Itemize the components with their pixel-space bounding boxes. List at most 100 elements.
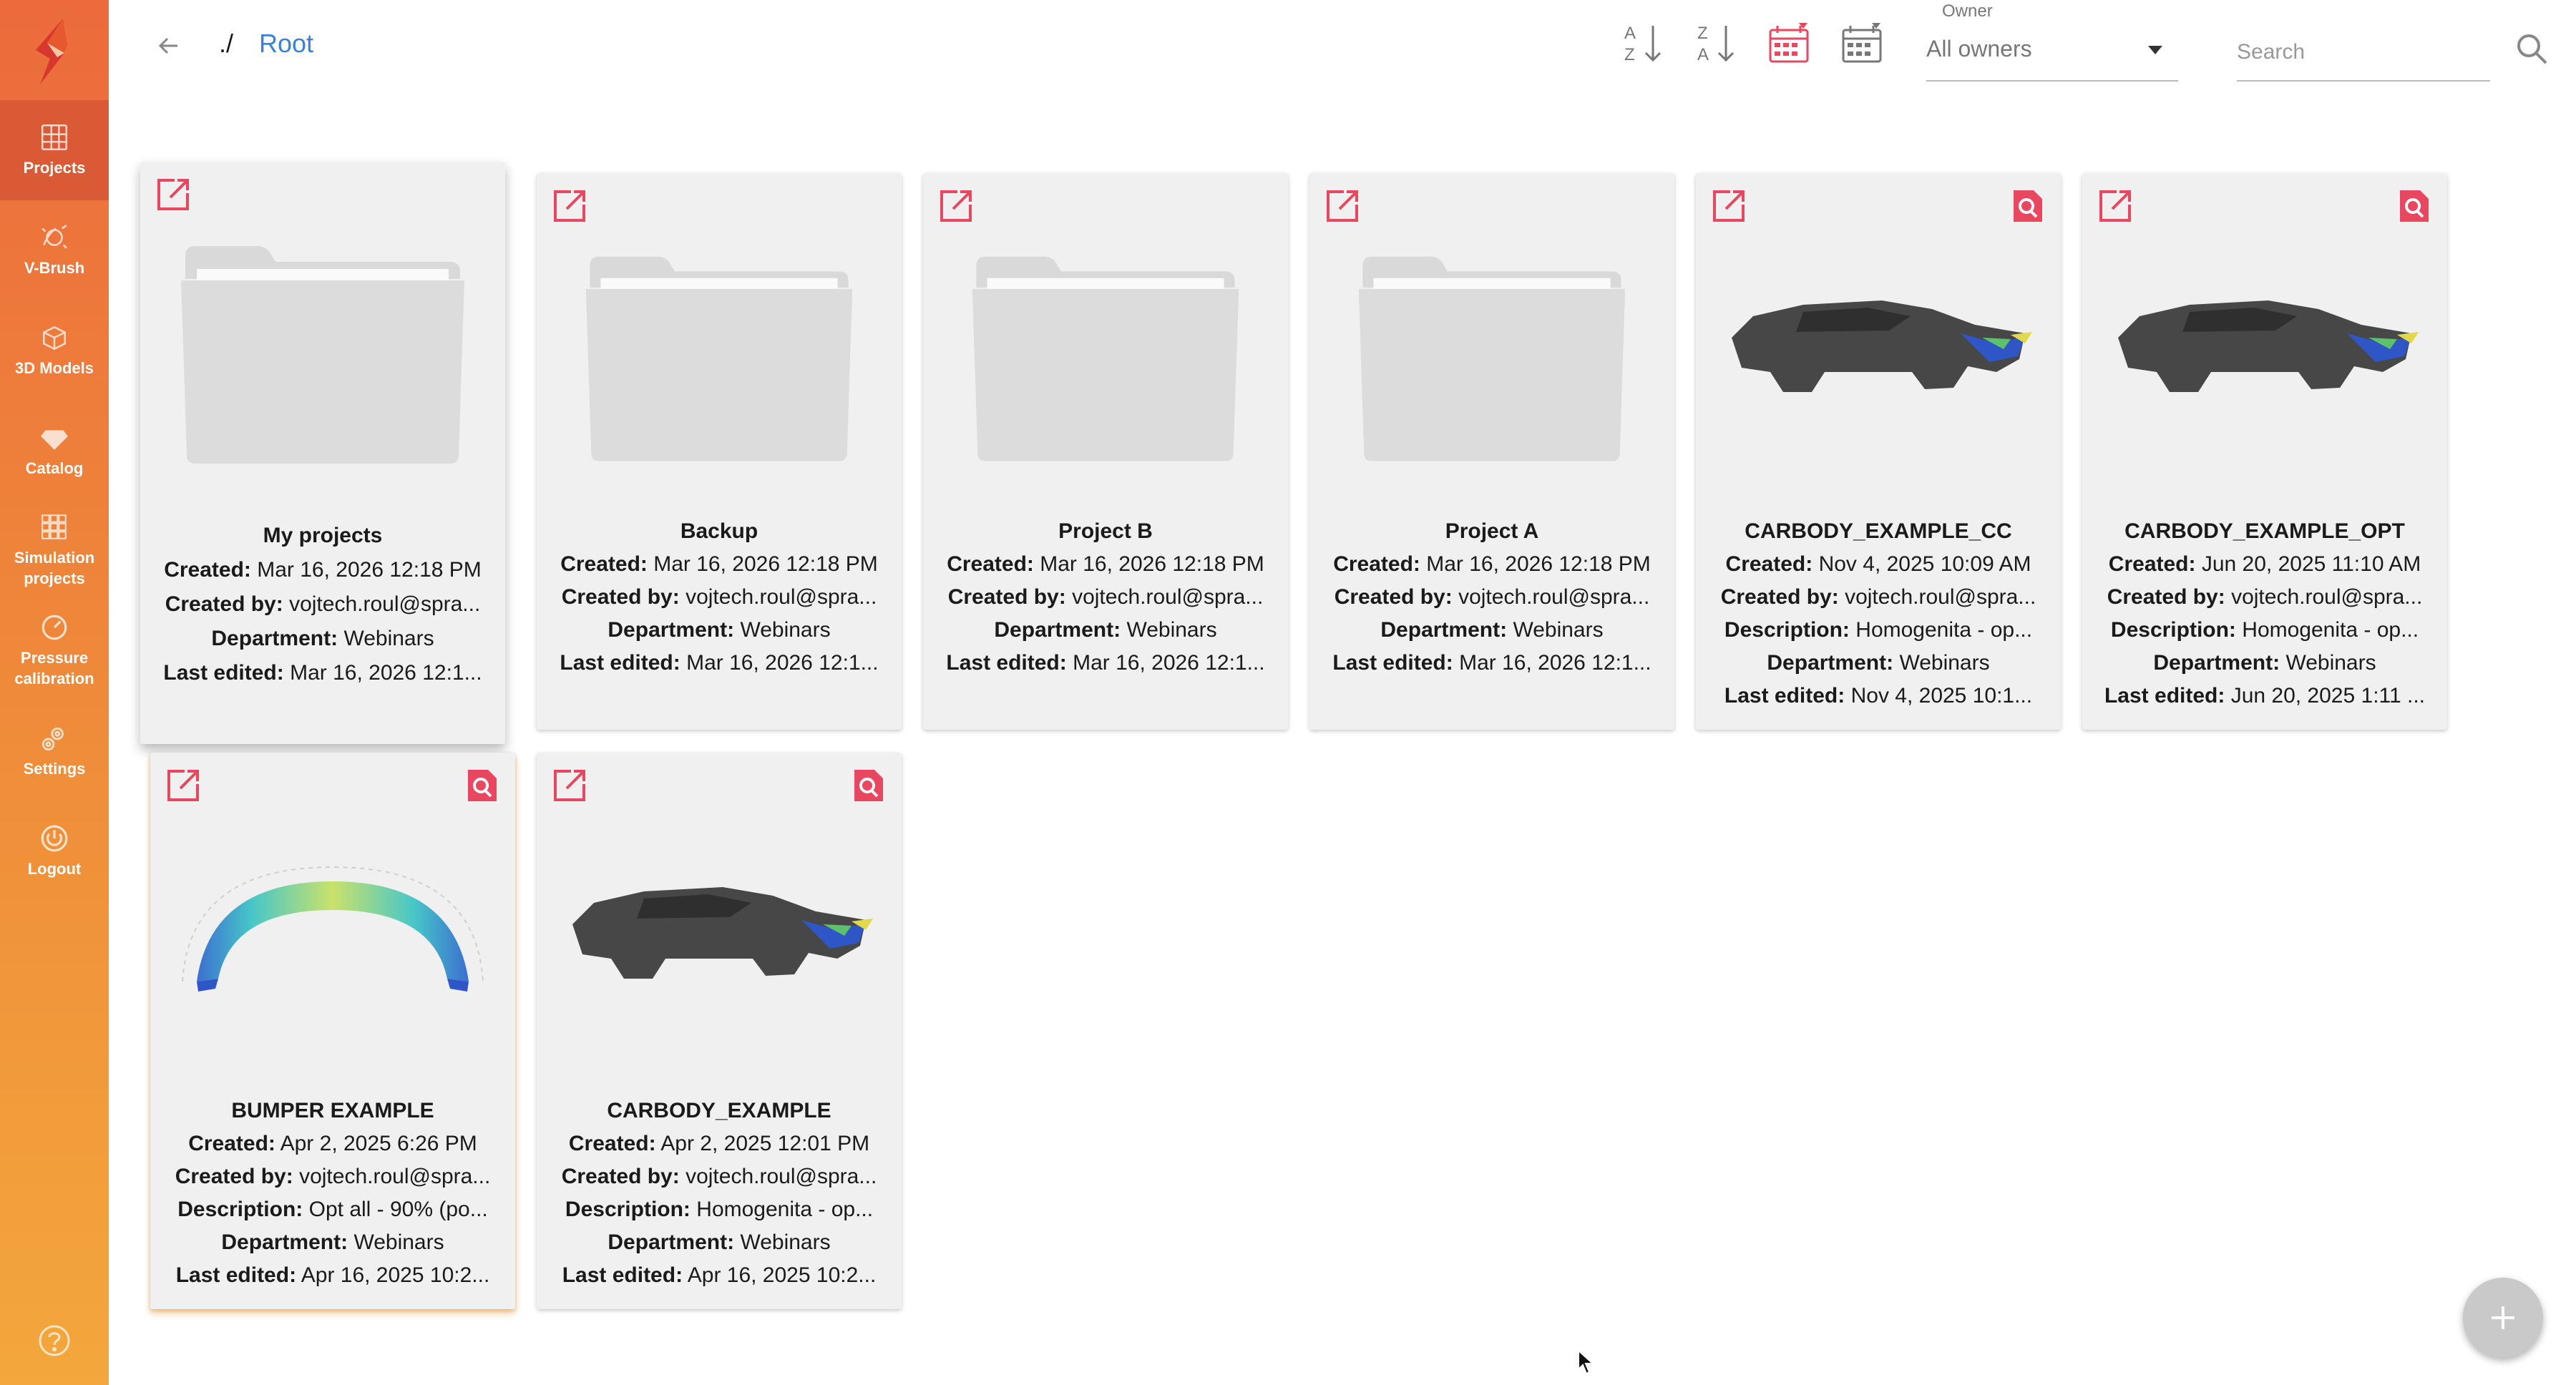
folder-icon bbox=[1358, 256, 1626, 461]
sidebar-item-simulation-projects[interactable]: Simulation projects bbox=[0, 501, 109, 601]
project-card-bumper-example[interactable]: BUMPER EXAMPLE Created: Apr 2, 2025 6:26… bbox=[150, 753, 515, 1309]
card-last-edited: Last edited: Mar 16, 2026 12:1... bbox=[156, 661, 489, 685]
created-by-label: Created by: bbox=[561, 1165, 680, 1188]
created-value: Apr 2, 2025 6:26 PM bbox=[280, 1132, 477, 1155]
sidebar-item-pressure-calibration[interactable]: Pressure calibration bbox=[0, 601, 109, 701]
sidebar-item-v-brush[interactable]: V-Brush bbox=[0, 200, 109, 300]
card-created: Created: Nov 4, 2025 10:09 AM bbox=[1712, 552, 2045, 577]
open-in-new-icon[interactable] bbox=[551, 187, 588, 225]
bumper-thumbnail bbox=[182, 866, 484, 992]
card-department: Department: Webinars bbox=[1712, 651, 2045, 675]
card-last-edited: Last edited: Apr 16, 2025 10:2... bbox=[166, 1263, 499, 1288]
sidebar-item-settings[interactable]: Settings bbox=[0, 701, 109, 801]
card-last-edited: Last edited: Mar 16, 2026 12:1... bbox=[552, 651, 886, 675]
card-created: Created: Mar 16, 2026 12:18 PM bbox=[552, 552, 886, 577]
preview-search-icon[interactable] bbox=[2009, 187, 2046, 225]
folder-icon bbox=[972, 256, 1239, 461]
card-title: Project B bbox=[1058, 519, 1153, 543]
sidebar-item-label: V-Brush bbox=[24, 258, 85, 277]
last-edited-label: Last edited: bbox=[562, 1263, 683, 1287]
project-card-carbody-example-opt[interactable]: CARBODY_EXAMPLE_OPT Created: Jun 20, 202… bbox=[2082, 173, 2447, 730]
card-created-by: Created by: vojtech.roul@spra... bbox=[552, 1165, 886, 1189]
owner-label: Owner bbox=[1942, 1, 1993, 21]
open-in-new-icon[interactable] bbox=[1324, 187, 1361, 225]
card-title: CARBODY_EXAMPLE bbox=[607, 1099, 831, 1122]
app-logo[interactable] bbox=[26, 16, 83, 87]
project-card-backup[interactable]: Backup Created: Mar 16, 2026 12:18 PM Cr… bbox=[537, 173, 902, 730]
search-input[interactable] bbox=[2237, 34, 2480, 70]
created-value: Apr 2, 2025 12:01 PM bbox=[660, 1132, 870, 1155]
last-edited-value: Mar 16, 2026 12:1... bbox=[1073, 651, 1265, 675]
description-label: Description: bbox=[177, 1198, 303, 1221]
project-card-project-a[interactable]: Project A Created: Mar 16, 2026 12:18 PM… bbox=[1309, 173, 1674, 730]
sidebar-item-logout[interactable]: Logout bbox=[0, 801, 109, 901]
back-arrow-icon[interactable] bbox=[155, 31, 183, 60]
sidebar-item-3d-models[interactable]: 3D Models bbox=[0, 300, 109, 401]
search-icon[interactable] bbox=[2514, 31, 2549, 66]
chevron-down-icon bbox=[2148, 46, 2162, 54]
gear-icon bbox=[42, 727, 64, 750]
sidebar-item-projects[interactable]: Projects bbox=[0, 100, 109, 200]
open-in-new-icon[interactable] bbox=[2097, 187, 2134, 225]
card-created-by: Created by: vojtech.roul@spra... bbox=[552, 585, 886, 610]
breadcrumb-root-link[interactable]: Root bbox=[259, 29, 313, 59]
created-by-value: vojtech.roul@spra... bbox=[686, 585, 877, 609]
last-edited-value: Jun 20, 2025 1:11 ... bbox=[2230, 684, 2426, 708]
last-edited-value: Mar 16, 2026 12:1... bbox=[686, 651, 879, 675]
power-icon bbox=[41, 825, 68, 852]
add-project-button[interactable] bbox=[2463, 1278, 2543, 1358]
preview-search-icon[interactable] bbox=[2396, 187, 2433, 225]
project-card-project-b[interactable]: Project B Created: Mar 16, 2026 12:18 PM… bbox=[923, 173, 1288, 730]
department-value: Webinars bbox=[740, 1230, 831, 1254]
last-edited-label: Last edited: bbox=[946, 651, 1067, 675]
preview-search-icon[interactable] bbox=[464, 767, 501, 804]
card-description: Description: Homogenita - op... bbox=[1712, 618, 2045, 642]
card-description: Description: Homogenita - op... bbox=[552, 1198, 886, 1222]
open-in-new-icon[interactable] bbox=[155, 176, 192, 213]
open-in-new-icon[interactable] bbox=[1710, 187, 1747, 225]
created-by-label: Created by: bbox=[2107, 585, 2225, 609]
last-edited-value: Mar 16, 2026 12:1... bbox=[290, 661, 482, 685]
last-edited-label: Last edited: bbox=[560, 651, 680, 675]
last-edited-label: Last edited: bbox=[163, 661, 284, 685]
created-value: Mar 16, 2026 12:18 PM bbox=[1040, 552, 1264, 576]
calendar-sort-down-icon[interactable] bbox=[1766, 20, 1812, 66]
description-label: Description: bbox=[1724, 618, 1850, 642]
card-created: Created: Jun 20, 2025 11:10 AM bbox=[2098, 552, 2431, 577]
search-field bbox=[2237, 29, 2490, 82]
last-edited-label: Last edited: bbox=[2104, 684, 2225, 708]
sidebar-item-catalog[interactable]: Catalog bbox=[0, 401, 109, 501]
description-value: Homogenita - op... bbox=[2242, 618, 2419, 642]
project-card-my-projects[interactable]: My projects Created: Mar 16, 2026 12:18 … bbox=[140, 162, 505, 744]
created-value: Mar 16, 2026 12:18 PM bbox=[1426, 552, 1651, 576]
open-in-new-icon[interactable] bbox=[165, 767, 202, 804]
preview-search-icon[interactable] bbox=[850, 767, 887, 804]
card-title: Backup bbox=[680, 519, 758, 543]
open-in-new-icon[interactable] bbox=[937, 187, 975, 225]
card-last-edited: Last edited: Nov 4, 2025 10:1... bbox=[1712, 684, 2045, 708]
created-value: Mar 16, 2026 12:18 PM bbox=[257, 558, 482, 582]
calendar-sort-up-icon[interactable] bbox=[1839, 20, 1885, 66]
brush-icon bbox=[42, 224, 67, 249]
created-label: Created: bbox=[568, 1132, 656, 1155]
card-created-by: Created by: vojtech.roul@spra... bbox=[1325, 585, 1659, 610]
sort-za-icon[interactable]: Z A bbox=[1694, 20, 1740, 66]
card-description: Description: Homogenita - op... bbox=[2098, 618, 2431, 642]
sort-az-icon[interactable]: A Z bbox=[1621, 20, 1667, 66]
department-label: Department: bbox=[211, 627, 338, 650]
folder-icon bbox=[585, 256, 853, 461]
created-by-label: Created by: bbox=[561, 585, 680, 609]
open-in-new-icon[interactable] bbox=[551, 767, 588, 804]
card-department: Department: Webinars bbox=[1325, 618, 1659, 642]
project-card-carbody-example[interactable]: CARBODY_EXAMPLE Created: Apr 2, 2025 12:… bbox=[537, 753, 902, 1309]
created-by-label: Created by: bbox=[175, 1165, 293, 1188]
sidebar-item-label: Settings bbox=[23, 759, 86, 778]
owner-select[interactable]: All owners bbox=[1926, 29, 2178, 82]
grid-icon bbox=[41, 124, 68, 150]
created-by-label: Created by: bbox=[1720, 585, 1839, 609]
project-card-carbody-example-cc[interactable]: CARBODY_EXAMPLE_CC Created: Nov 4, 2025 … bbox=[1696, 173, 2061, 730]
help-icon[interactable] bbox=[37, 1323, 72, 1358]
card-created-by: Created by: vojtech.roul@spra... bbox=[156, 592, 489, 617]
created-value: Nov 4, 2025 10:09 AM bbox=[1818, 552, 2031, 576]
department-label: Department: bbox=[2153, 651, 2280, 675]
